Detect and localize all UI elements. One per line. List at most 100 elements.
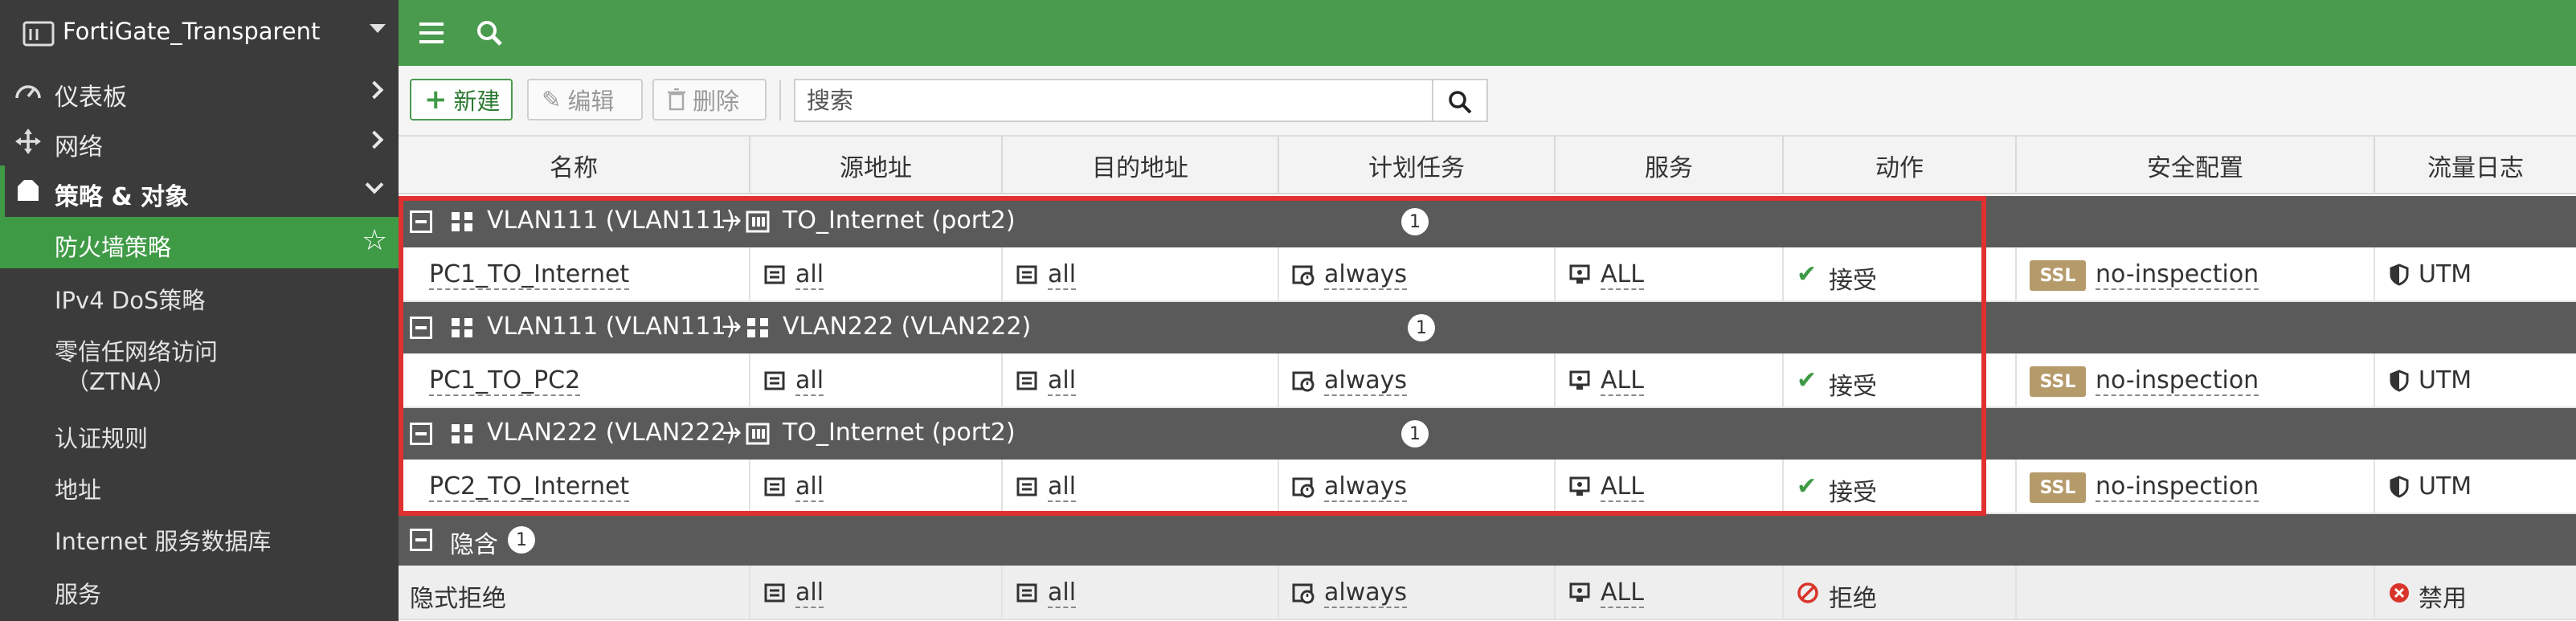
- policy-group-header[interactable]: VLAN111 (VLAN111) → TO_Internet (port2) 1: [399, 196, 2576, 247]
- new-button[interactable]: + 新建: [410, 79, 513, 121]
- policy-name: PC2_TO_Internet: [429, 472, 630, 502]
- cell-destination[interactable]: all: [1003, 566, 1279, 620]
- interface-icon: [450, 210, 474, 233]
- collapse-icon[interactable]: [410, 529, 432, 551]
- cell-service[interactable]: ALL: [1556, 566, 1784, 620]
- table-row[interactable]: 隐式拒绝 all all always ALL 拒绝 禁用: [399, 566, 2576, 620]
- column-header-service[interactable]: 服务: [1556, 137, 1784, 194]
- collapse-icon[interactable]: [410, 317, 432, 339]
- column-header-security-profiles[interactable]: 安全配置: [2017, 137, 2375, 194]
- caret-down-icon: [370, 24, 386, 33]
- search-field[interactable]: [794, 79, 1433, 122]
- sidebar-item-network[interactable]: 网络: [0, 116, 399, 167]
- cell-source[interactable]: all: [750, 353, 1003, 408]
- cell-destination[interactable]: all: [1003, 247, 1279, 302]
- cell-log[interactable]: UTM: [2375, 353, 2576, 408]
- cell-schedule[interactable]: always: [1279, 460, 1556, 514]
- source-address: all: [795, 472, 824, 502]
- search-button[interactable]: [1433, 79, 1488, 122]
- cell-service[interactable]: ALL: [1556, 353, 1784, 408]
- cell-source[interactable]: all: [750, 460, 1003, 514]
- checkmark-icon: ✔: [1797, 366, 1818, 394]
- sidebar-item-label: Internet 服务数据库: [55, 528, 272, 555]
- action-value: 拒绝: [1829, 585, 1877, 613]
- sidebar-item-firewall-policy[interactable]: 防火墙策略 ☆: [0, 217, 399, 268]
- service-icon: [1568, 264, 1591, 286]
- cell-name[interactable]: PC1_TO_PC2: [399, 353, 750, 408]
- arrow-icon: →: [722, 206, 742, 235]
- cell-action[interactable]: ✔ 接受: [1784, 460, 2017, 514]
- sidebar-item-services[interactable]: 服务: [0, 564, 399, 615]
- cell-source[interactable]: all: [750, 566, 1003, 620]
- column-header-schedule[interactable]: 计划任务: [1279, 137, 1556, 194]
- column-header-name[interactable]: 名称: [399, 137, 750, 194]
- sidebar-item-ipv4-dos[interactable]: IPv4 DoS策略: [0, 270, 399, 321]
- sidebar-item-dashboard[interactable]: 仪表板: [0, 66, 399, 117]
- column-header-destination[interactable]: 目的地址: [1003, 137, 1279, 194]
- device-selector[interactable]: FortiGate_Transparent: [0, 0, 399, 66]
- toolbar: + 新建 ✎ 编辑 删除: [399, 66, 2576, 137]
- cell-name[interactable]: PC2_TO_Internet: [399, 460, 750, 514]
- collapse-icon[interactable]: [410, 423, 432, 445]
- cell-service[interactable]: ALL: [1556, 247, 1784, 302]
- cell-security-profile[interactable]: [2017, 566, 2375, 620]
- cell-log[interactable]: UTM: [2375, 460, 2576, 514]
- policy-count-badge: 1: [508, 526, 535, 554]
- cell-service[interactable]: ALL: [1556, 460, 1784, 514]
- sidebar-item-ztna[interactable]: 零信任网络访问 （ZTNA）: [0, 321, 399, 400]
- menu-icon[interactable]: [419, 22, 444, 43]
- cell-name[interactable]: PC1_TO_Internet: [399, 247, 750, 302]
- column-header-source[interactable]: 源地址: [750, 137, 1003, 194]
- address-icon: [763, 582, 786, 604]
- sidebar-item-policy-objects[interactable]: 策略 & 对象: [0, 165, 399, 217]
- sidebar-item-auth-rules[interactable]: 认证规则: [0, 408, 399, 460]
- delete-button[interactable]: 删除: [652, 79, 767, 121]
- log-value: UTM: [2419, 366, 2472, 394]
- destination-address: all: [1048, 472, 1077, 502]
- policy-group-header[interactable]: VLAN111 (VLAN111) → VLAN222 (VLAN222) 1: [399, 302, 2576, 353]
- disabled-icon: [2388, 582, 2410, 604]
- cell-action[interactable]: 拒绝: [1784, 566, 2017, 620]
- cell-action[interactable]: ✔ 接受: [1784, 247, 2017, 302]
- cell-schedule[interactable]: always: [1279, 247, 1556, 302]
- schedule-icon: [1292, 582, 1315, 604]
- column-header-log[interactable]: 流量日志: [2375, 137, 2576, 194]
- table-row[interactable]: PC1_TO_PC2 all all always ALL ✔ 接受 SSL no-inspec…: [399, 353, 2576, 408]
- cell-destination[interactable]: all: [1003, 353, 1279, 408]
- sidebar-item-addresses[interactable]: 地址: [0, 460, 399, 511]
- action-value: 接受: [1829, 267, 1877, 295]
- ssl-badge: SSL: [2030, 472, 2086, 503]
- cell-security-profile[interactable]: SSL no-inspection: [2017, 460, 2375, 514]
- policy-group-header[interactable]: 隐含 1: [399, 514, 2576, 566]
- column-header-action[interactable]: 动作: [1784, 137, 2017, 194]
- cell-log[interactable]: 禁用: [2375, 566, 2576, 620]
- service-value: ALL: [1601, 366, 1644, 396]
- cell-action[interactable]: ✔ 接受: [1784, 353, 2017, 408]
- search-input[interactable]: [795, 80, 1425, 121]
- sidebar-item-internet-service-db[interactable]: Internet 服务数据库: [0, 511, 399, 562]
- cell-schedule[interactable]: always: [1279, 566, 1556, 620]
- sidebar-item-label: 策略 & 对象: [55, 183, 190, 211]
- sidebar-item-label: 网络: [55, 133, 103, 161]
- cell-source[interactable]: all: [750, 247, 1003, 302]
- address-icon: [763, 476, 786, 498]
- policy-group-header[interactable]: VLAN222 (VLAN222) → TO_Internet (port2) 1: [399, 408, 2576, 460]
- active-section-accent: [0, 165, 5, 217]
- group-destination-interface: TO_Internet (port2): [783, 206, 1016, 235]
- cell-log[interactable]: UTM: [2375, 247, 2576, 302]
- log-value: UTM: [2419, 472, 2472, 500]
- collapse-icon[interactable]: [410, 210, 432, 233]
- service-value: ALL: [1601, 578, 1644, 608]
- cell-security-profile[interactable]: SSL no-inspection: [2017, 353, 2375, 408]
- schedule-icon: [1292, 476, 1315, 498]
- cell-name[interactable]: 隐式拒绝: [399, 566, 750, 620]
- cell-security-profile[interactable]: SSL no-inspection: [2017, 247, 2375, 302]
- cell-destination[interactable]: all: [1003, 460, 1279, 514]
- star-icon[interactable]: ☆: [362, 227, 387, 255]
- table-row[interactable]: PC1_TO_Internet all all always ALL ✔ 接受 SSL no-i…: [399, 247, 2576, 302]
- schedule-value: always: [1324, 366, 1408, 396]
- edit-button[interactable]: ✎ 编辑: [527, 79, 643, 121]
- table-row[interactable]: PC2_TO_Internet all all always ALL ✔ 接受 SSL no-i…: [399, 460, 2576, 514]
- cell-schedule[interactable]: always: [1279, 353, 1556, 408]
- search-icon[interactable]: [476, 19, 503, 47]
